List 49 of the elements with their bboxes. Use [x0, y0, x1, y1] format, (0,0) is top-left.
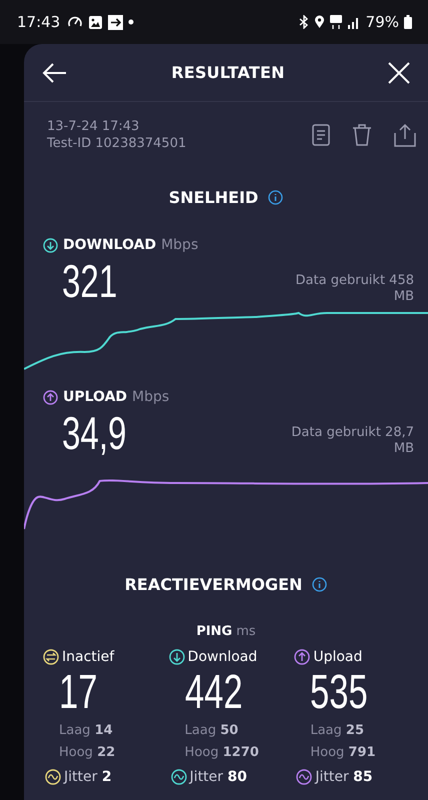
info-icon[interactable]	[312, 577, 328, 592]
result-label: DOWNLOAD	[63, 237, 156, 253]
jitter-value: Jitter 85	[315, 769, 373, 785]
wave-icon	[45, 769, 61, 785]
bluetooth-icon	[298, 15, 309, 29]
battery-icon	[404, 15, 412, 29]
high-value: Hoog 22	[58, 744, 116, 762]
page-title: RESULTATEN	[171, 63, 285, 82]
ping-value: 442	[184, 667, 242, 719]
document-button[interactable]	[310, 122, 332, 148]
arrow-icon	[108, 14, 124, 30]
low-value: Laag 25	[309, 722, 364, 740]
jitter-value: Jitter 2	[64, 769, 112, 785]
test-id: Test-ID 10238374501	[47, 135, 188, 152]
ping-label: PING	[196, 624, 232, 639]
high-value: Hoog 791	[309, 744, 376, 762]
high-value: Hoog 1270	[184, 744, 259, 762]
ping-type-label: Inactief	[62, 649, 114, 665]
close-button[interactable]	[386, 60, 412, 86]
unit-label: Mbps	[161, 237, 198, 253]
unit-label: ms	[236, 624, 256, 639]
delete-button[interactable]	[350, 122, 374, 148]
jitter-value: Jitter 80	[190, 769, 247, 785]
speed-value: 34,9	[62, 409, 126, 457]
ping-type-label: Download	[188, 649, 258, 665]
ping-value: 535	[309, 667, 368, 719]
status-time: 17:43	[17, 13, 60, 31]
ping-type-label: Upload	[313, 649, 362, 665]
speed-value: 321	[62, 257, 118, 305]
unit-label: Mbps	[132, 389, 170, 405]
image-icon	[88, 14, 104, 30]
network-icon	[330, 14, 342, 30]
ping-value: 17	[58, 667, 98, 719]
signal-icon	[346, 16, 361, 28]
dot-icon	[128, 19, 134, 25]
test-date: 13-7-24 17:43	[47, 118, 140, 135]
wave-icon	[170, 769, 187, 785]
wave-icon	[296, 769, 312, 785]
section-title: REACTIEVERMOGEN	[124, 575, 302, 594]
result-label: UPLOAD	[63, 389, 128, 405]
low-value: Laag 14	[58, 722, 113, 740]
data-used: Data gebruikt 28,7 MB	[290, 425, 414, 457]
location-icon	[314, 15, 325, 29]
low-value: Laag 50	[184, 722, 238, 740]
battery-percentage: 79%	[366, 13, 399, 31]
info-icon[interactable]	[268, 190, 284, 205]
share-button[interactable]	[392, 121, 418, 149]
section-title: SNELHEID	[168, 188, 258, 207]
data-used: Data gebruikt 458 MB	[294, 273, 414, 305]
